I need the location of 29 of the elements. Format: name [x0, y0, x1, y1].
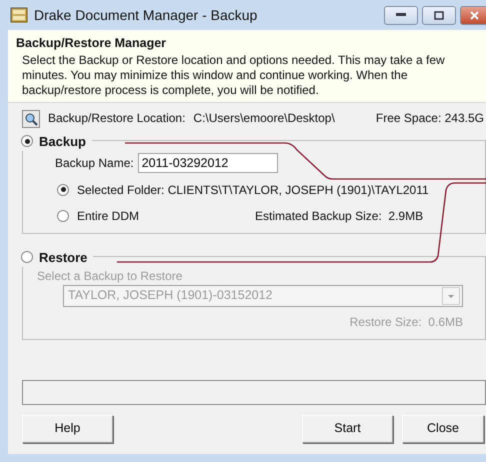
radio-button[interactable] — [57, 210, 69, 222]
dialog-button[interactable]: Close — [402, 414, 484, 443]
radio-button[interactable] — [57, 184, 69, 196]
close-button[interactable] — [460, 6, 486, 24]
location-label: Backup/Restore Location: — [48, 110, 186, 128]
backup-name-field[interactable]: 2011-03292012 — [138, 152, 278, 173]
maximize-icon — [434, 10, 444, 20]
cabinet-icon — [10, 7, 28, 23]
backup-name-label: Backup Name: — [55, 154, 134, 172]
estimated-size: Estimated Backup Size: 2.9MB — [255, 208, 424, 225]
minimize-icon — [396, 13, 406, 17]
window-title: Drake Document Manager - Backup — [34, 6, 258, 25]
select-label: Select a Backup to Restore — [37, 268, 184, 285]
maximize-button[interactable] — [422, 6, 456, 24]
header-title: Backup/Restore Manager — [16, 35, 168, 52]
minimize-button[interactable] — [384, 6, 418, 24]
radio-label[interactable]: Entire DDM — [77, 206, 140, 225]
backup-select: TAYLOR, JOSEPH (1901)-03152012 — [63, 284, 463, 307]
location-path: C:\Users\emoore\Desktop\ — [193, 110, 335, 128]
header-description: Select the Backup or Restore location and options needed. This may take a few minutes. You may minimize this window and continue working. When the backup/restore process is complete, you will be notified. — [21, 52, 446, 98]
radio-button[interactable] — [21, 135, 33, 148]
location-icon[interactable] — [22, 108, 40, 128]
backup-label[interactable]: Backup — [39, 132, 86, 152]
dialog-button[interactable]: Help — [22, 414, 113, 443]
free-space: Free Space: 243.5G — [376, 110, 484, 128]
dialog-button[interactable]: Start — [302, 414, 393, 443]
restore-size: Restore Size: 0.6MB — [348, 314, 464, 331]
close-icon — [468, 10, 478, 20]
radio-label[interactable]: Selected Folder: CLIENTS\T\TAYLOR, JOSEPH (1901)\TAYL2011 — [77, 180, 429, 199]
